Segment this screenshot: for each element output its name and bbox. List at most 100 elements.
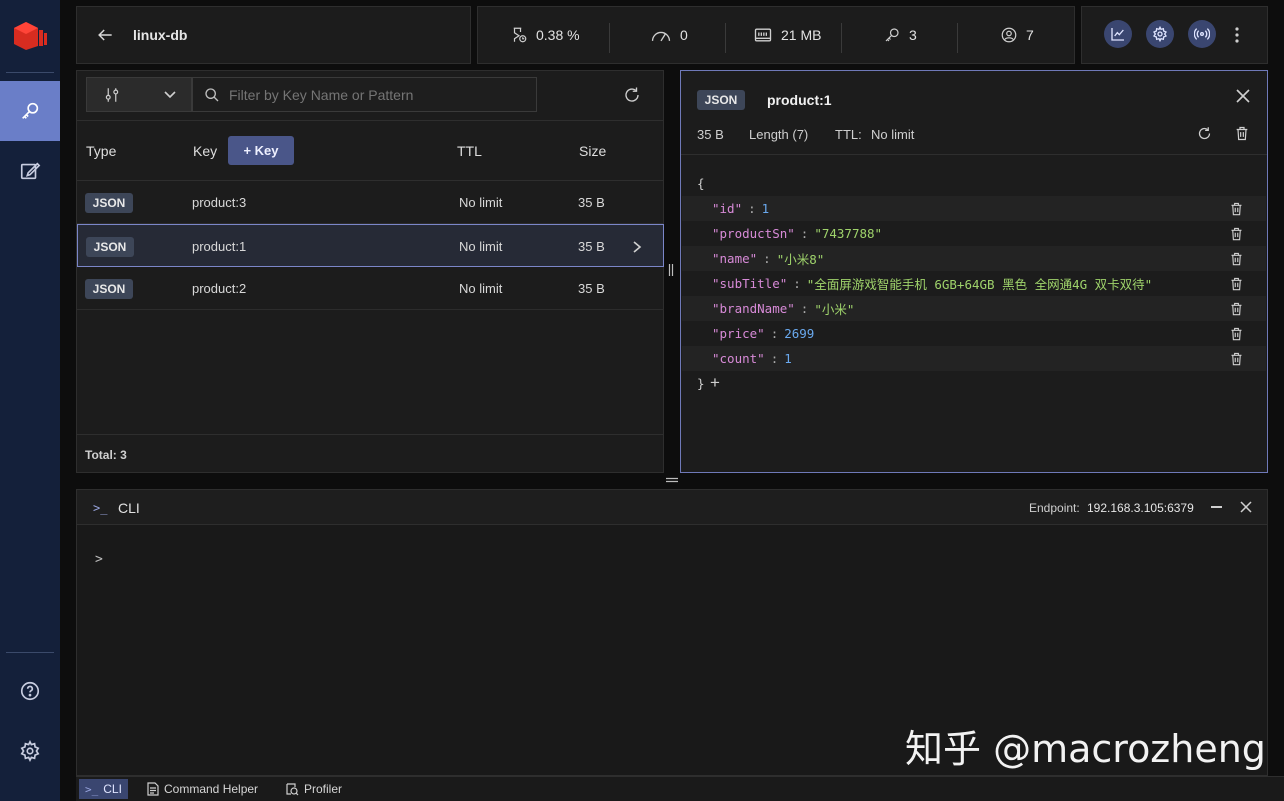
delete-field-button[interactable] [1229,226,1244,242]
json-field[interactable]: "subTitle": "全面屏游戏智能手机 6GB+64GB 黑色 全网通4G … [682,271,1266,296]
close-cli-button[interactable] [1240,501,1252,513]
json-field[interactable]: "brandName": "小米" [682,296,1266,321]
db-name: linux-db [133,27,188,43]
sidebar-item-settings[interactable] [0,721,60,781]
sidebar-item-help[interactable] [0,661,60,721]
sidebar-divider [6,652,54,653]
refresh-icon [1198,127,1211,140]
add-key-button[interactable]: + Key [228,136,294,165]
tab-command-helper[interactable]: Command Helper [141,779,264,799]
json-key: "subTitle" [712,276,788,291]
trash-icon [1236,126,1248,141]
divider [77,434,663,435]
json-field[interactable]: "productSn": "7437788" [682,221,1266,246]
db-settings-button[interactable] [1146,20,1174,48]
divider [681,154,1267,155]
filter-type-select[interactable] [86,77,192,112]
document-icon [147,782,159,796]
panel-resize-handle[interactable] [668,263,674,277]
tab-cli[interactable]: >_ CLI [79,779,128,799]
trash-icon [1231,352,1242,366]
json-value: 2699 [784,326,815,341]
key-name: product:3 [192,195,247,210]
key-size: 35 B [578,281,605,296]
stat-divider [957,23,958,53]
delete-field-button[interactable] [1229,351,1244,367]
stat-clients: 7 [1000,7,1034,63]
tab-profiler-label: Profiler [304,782,343,796]
json-field[interactable]: "count":1 [682,346,1266,371]
stat-cpu: 0.38 % [510,7,580,63]
close-icon [1240,501,1252,513]
cli-resize-handle[interactable] [665,477,679,483]
type-badge: JSON [85,192,133,213]
table-row[interactable]: JSON product:1 No limit 35 B [77,224,664,267]
close-icon [1236,89,1250,103]
row-open-icon [632,225,642,268]
drag-handle-icon [668,264,674,276]
gear-icon [20,740,40,762]
filter-input[interactable] [229,84,529,106]
add-field-button[interactable]: + [710,373,720,393]
delete-field-button[interactable] [1229,326,1244,342]
column-type: Type [86,143,117,159]
json-value: "7437788" [814,226,883,241]
trash-icon [1231,277,1242,291]
back-button[interactable] [95,25,115,45]
table-row[interactable]: JSON product:2 No limit 35 B [77,267,664,310]
sidebar-item-browser[interactable] [0,81,60,141]
cli-prompt[interactable]: > [95,552,103,567]
json-value: 1 [761,201,770,216]
delete-field-button[interactable] [1229,301,1244,317]
cpu-timer-icon [513,27,527,43]
analysis-button[interactable] [1104,20,1132,48]
close-details-button[interactable] [1235,88,1251,104]
json-close-brace: } [697,376,705,391]
delete-field-button[interactable] [1229,201,1244,217]
minimize-cli-button[interactable] [1211,506,1222,508]
pubsub-button[interactable] [1188,20,1216,48]
key-icon [885,28,899,42]
key-size: 35 B [578,239,605,254]
refresh-details-button[interactable] [1197,126,1212,141]
sidebar-item-workbench[interactable] [0,141,60,201]
details-ttl-label: TTL: [835,127,862,142]
stat-divider [841,23,842,53]
json-field[interactable]: "price":2699 [682,321,1266,346]
more-button[interactable] [1234,25,1240,45]
details-ttl-value[interactable]: No limit [871,127,914,142]
total-count: Total: 3 [85,448,127,462]
json-open-brace: { [697,176,705,191]
gear-icon [1153,26,1167,42]
tab-profiler[interactable]: Profiler [279,779,348,799]
json-field[interactable]: "name": "小米8" [682,246,1266,271]
column-ttl: TTL [457,143,482,159]
json-value: "全面屏游戏智能手机 6GB+64GB 黑色 全网通4G 双卡双待" [806,277,1153,292]
delete-field-button[interactable] [1229,251,1244,267]
trash-icon [1231,252,1242,266]
json-field[interactable]: "id":1 [682,196,1266,221]
stat-keys: 3 [883,7,917,63]
trash-icon [1231,202,1242,216]
delete-key-button[interactable] [1234,125,1250,142]
chart-icon [1111,28,1124,41]
table-row[interactable]: JSON product:3 No limit 35 B [77,181,664,224]
help-icon [20,681,40,701]
refresh-keys-button[interactable] [623,86,641,104]
stat-keys-value: 3 [909,27,917,43]
memory-icon [754,28,772,42]
more-vertical-icon [1235,27,1239,43]
delete-field-button[interactable] [1229,276,1244,292]
trash-icon [1231,227,1242,241]
filter-input-wrap [192,77,537,112]
sidebar-divider [6,72,54,73]
stats-bar: 0.38 % 0 21 MB 3 7 [477,6,1075,64]
json-value: "小米8" [776,252,825,267]
redis-logo[interactable] [0,4,60,64]
json-key: "name" [712,251,758,266]
endpoint-value: 192.168.3.105:6379 [1087,501,1194,515]
chevron-right-icon [633,240,642,253]
gauge-icon [651,31,671,42]
json-value: "小米" [814,302,855,317]
details-length: Length (7) [749,127,809,142]
